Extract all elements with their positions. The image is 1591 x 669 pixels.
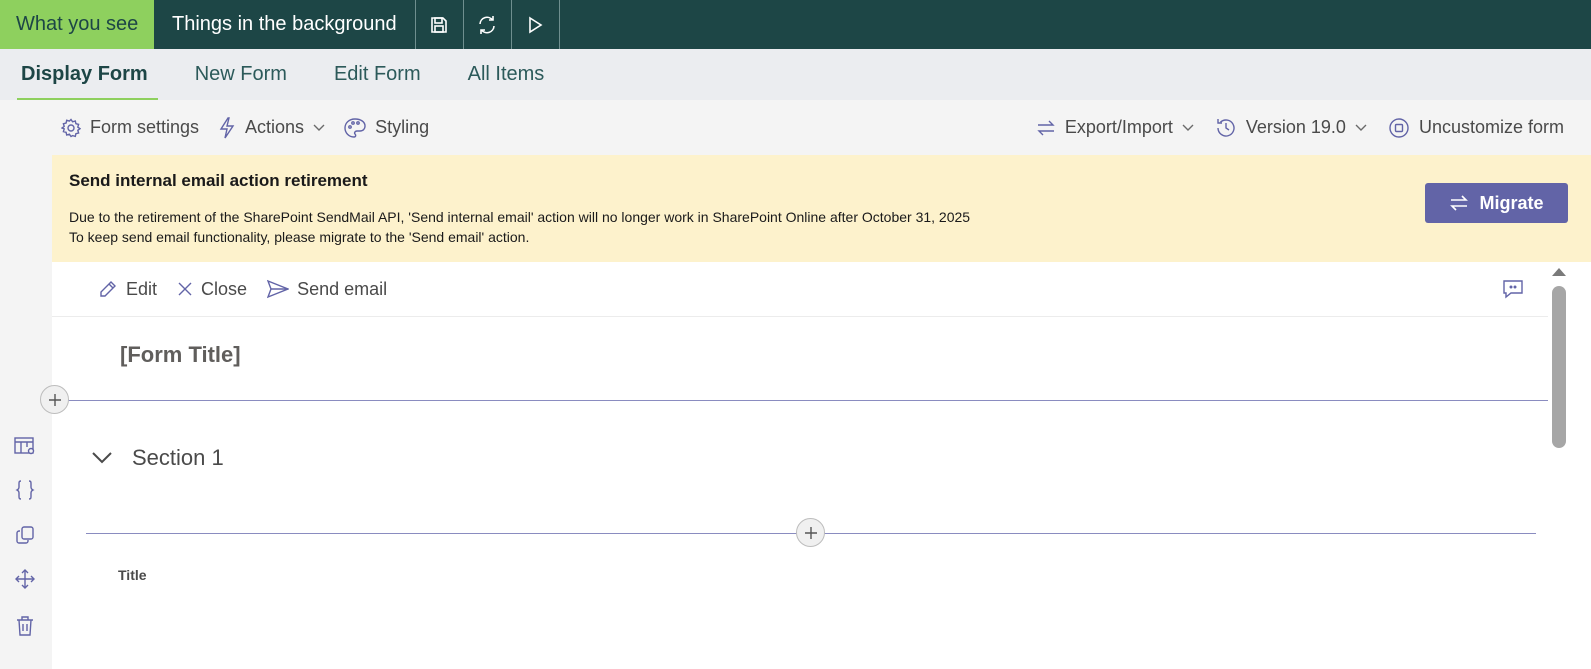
close-icon <box>178 282 192 296</box>
refresh-button[interactable] <box>464 0 512 49</box>
comment-icon[interactable] <box>1502 279 1524 304</box>
tab-edit-form[interactable]: Edit Form <box>330 49 425 100</box>
section-title: Section 1 <box>132 445 224 470</box>
version-dropdown[interactable]: Version 19.0 <box>1215 117 1367 139</box>
save-icon <box>431 16 447 33</box>
swap-arrows-icon <box>1037 120 1055 135</box>
retirement-banner: Send internal email action retirement Du… <box>52 155 1591 262</box>
form-settings-label: Form settings <box>90 117 200 137</box>
swap-arrows-icon <box>1450 195 1469 211</box>
gear-icon <box>61 117 81 137</box>
history-icon <box>1217 118 1235 137</box>
copy-icon[interactable] <box>14 524 36 546</box>
close-button[interactable]: Close <box>177 279 247 300</box>
top-bar: What you see Things in the background <box>0 0 1591 49</box>
lightning-icon <box>219 116 235 138</box>
banner-message-line-1: Due to the retirement of the SharePoint … <box>69 209 971 225</box>
chevron-down-icon <box>1355 124 1367 131</box>
left-tool-rail <box>0 100 52 669</box>
table-settings-icon[interactable] <box>14 435 36 457</box>
edit-label: Edit <box>126 278 158 299</box>
toolbar-right-group: Export/Import Version 19.0 Uncustomize f… <box>1015 100 1564 155</box>
export-import-dropdown[interactable]: Export/Import <box>1036 117 1194 138</box>
migrate-button[interactable]: Migrate <box>1425 183 1568 223</box>
stop-circle-icon <box>1389 117 1409 138</box>
send-email-label: Send email <box>297 278 388 299</box>
scroll-thumb[interactable] <box>1552 286 1566 448</box>
scroll-up-arrow[interactable] <box>1552 268 1566 276</box>
form-action-bar: Edit Close Send email <box>52 262 1548 317</box>
version-label: Version 19.0 <box>1245 117 1346 137</box>
form-canvas: Edit Close Send email [Form Title] Secti… <box>52 262 1548 669</box>
send-icon <box>267 279 290 299</box>
form-tabs: Display Form New Form Edit Form All Item… <box>0 49 1591 100</box>
palette-icon <box>344 117 366 138</box>
plus-icon <box>48 393 61 406</box>
form-title[interactable]: [Form Title] <box>120 342 241 368</box>
vertical-scrollbar[interactable] <box>1548 262 1591 669</box>
tab-new-form[interactable]: New Form <box>191 49 291 100</box>
tab-display-form[interactable]: Display Form <box>17 49 158 100</box>
delete-icon[interactable] <box>14 615 36 637</box>
banner-title: Send internal email action retirement <box>69 171 368 190</box>
field-label-title: Title <box>118 567 147 583</box>
play-icon <box>529 16 543 33</box>
banner-message-line-2: To keep send email functionality, please… <box>69 229 530 245</box>
form-settings-button[interactable]: Form settings <box>61 117 199 138</box>
row-divider <box>68 400 1548 401</box>
tab-things-in-background[interactable]: Things in the background <box>154 0 416 49</box>
chevron-down-icon <box>1182 124 1194 131</box>
plus-icon <box>804 526 817 539</box>
actions-label: Actions <box>245 117 305 137</box>
edit-button[interactable]: Edit <box>98 279 157 300</box>
pencil-icon <box>100 281 116 297</box>
export-import-label: Export/Import <box>1064 117 1173 137</box>
move-icon[interactable] <box>14 568 36 590</box>
styling-label: Styling <box>375 117 430 137</box>
add-row-button[interactable] <box>796 518 825 547</box>
add-section-button[interactable] <box>40 385 69 414</box>
close-label: Close <box>201 278 248 299</box>
code-braces-icon[interactable] <box>14 479 36 501</box>
chevron-down-icon <box>313 124 325 131</box>
tab-what-you-see[interactable]: What you see <box>0 0 154 49</box>
preview-button[interactable] <box>512 0 560 49</box>
tab-all-items[interactable]: All Items <box>464 49 549 100</box>
uncustomize-form-label: Uncustomize form <box>1418 117 1564 137</box>
designer-toolbar: Form settings Actions Styling Export/Imp… <box>52 100 1591 155</box>
send-email-button[interactable]: Send email <box>267 279 387 300</box>
refresh-icon <box>479 15 495 34</box>
uncustomize-form-button[interactable]: Uncustomize form <box>1388 117 1564 139</box>
save-button[interactable] <box>416 0 464 49</box>
section-header[interactable]: Section 1 <box>92 445 224 471</box>
actions-dropdown[interactable]: Actions <box>218 116 325 139</box>
chevron-down-icon <box>92 452 112 464</box>
migrate-label: Migrate <box>1479 192 1544 213</box>
styling-button[interactable]: Styling <box>344 117 429 138</box>
